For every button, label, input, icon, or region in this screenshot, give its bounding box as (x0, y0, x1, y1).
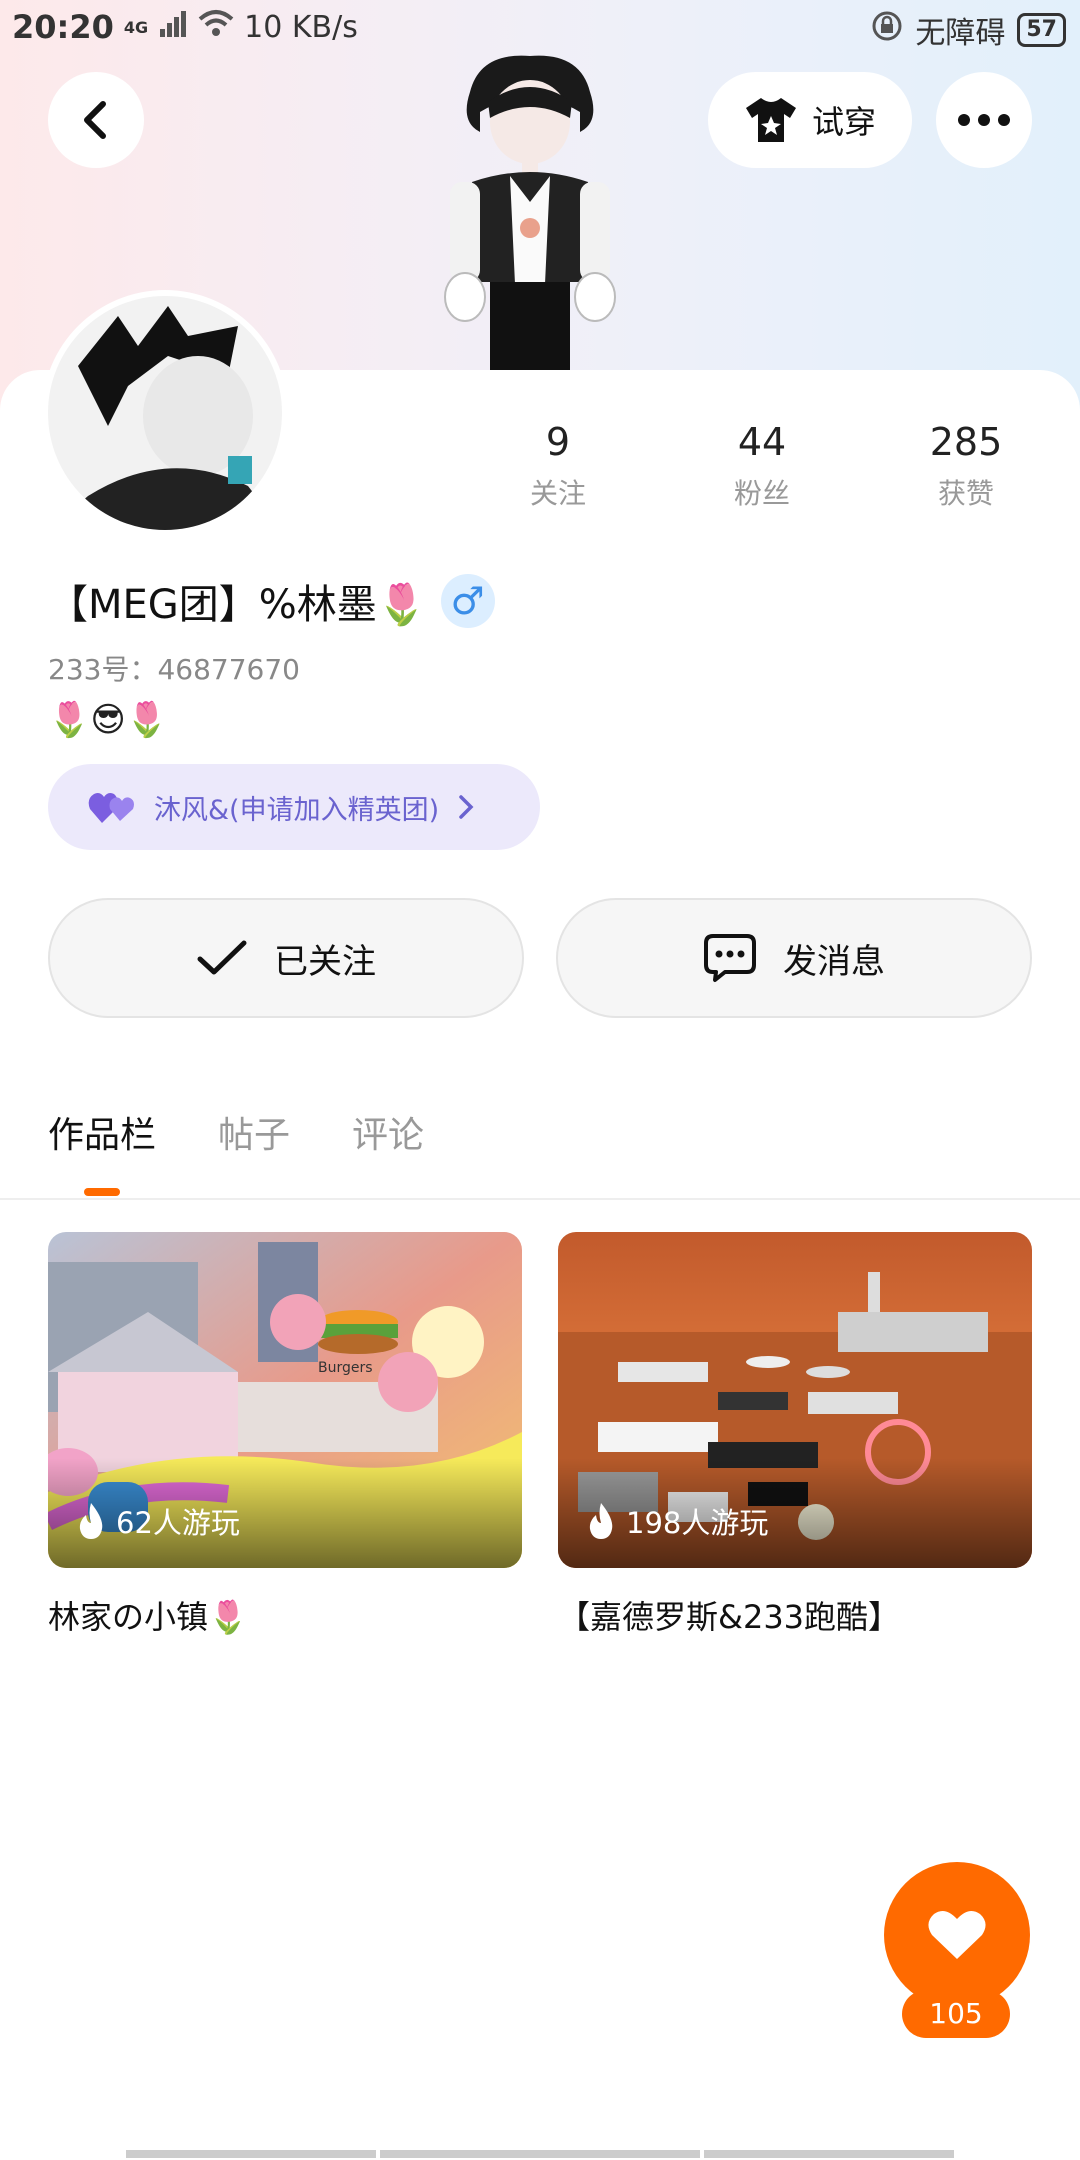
play-count-label: 62人游玩 (116, 1506, 240, 1540)
stat-label: 粉丝 (733, 477, 790, 510)
chevron-left-icon (84, 101, 106, 139)
chevron-right-icon (459, 795, 474, 819)
family-label: 沐风&(申请加入精英团) (154, 794, 440, 826)
work-title[interactable]: 【嘉德罗斯&233跑酷】 (558, 1592, 1032, 1638)
stat-value: 285 (929, 420, 1003, 464)
more-dots-icon (958, 114, 1010, 126)
tab-comments[interactable]: 评论 (352, 1106, 424, 1158)
try-on-button[interactable]: 试穿 (708, 72, 912, 168)
work-card[interactable]: Burgers 62人游玩 林家の小镇🌷 (48, 1232, 522, 1638)
send-message-label: 发消息 (783, 941, 885, 982)
work-thumbnail[interactable]: Burgers 62人游玩 (48, 1232, 522, 1568)
flame-icon (589, 1503, 613, 1539)
battery-indicator: 57 (1017, 13, 1066, 47)
followed-button[interactable]: 已关注 (48, 898, 524, 1018)
tab-posts[interactable]: 帖子 (218, 1106, 290, 1158)
try-on-label: 试穿 (811, 103, 876, 141)
accessibility-label: 无障碍 (915, 16, 1006, 51)
burgers-sign: Burgers (318, 1360, 373, 1376)
tab-works[interactable]: 作品栏 (48, 1106, 156, 1158)
nav-indicator-segment (380, 2150, 700, 2158)
nickname: 【MEG团】%林墨🌷 (48, 582, 427, 628)
network-speed: 10 KB/s (244, 9, 358, 45)
work-card[interactable]: 198人游玩 【嘉德罗斯&233跑酷】 (558, 1232, 1032, 1638)
heart-icon (928, 1910, 986, 1959)
like-count: 105 (902, 1990, 1010, 2038)
stat-label: 获赞 (937, 477, 994, 510)
gender-male-icon: ♂ (440, 574, 495, 628)
work-title[interactable]: 林家の小镇🌷 (48, 1592, 522, 1638)
stat-followers[interactable]: 44 粉丝 (682, 420, 842, 512)
send-message-button[interactable]: 发消息 (556, 898, 1032, 1018)
stat-value: 44 (737, 420, 787, 464)
followed-label: 已关注 (274, 941, 376, 982)
nav-indicator-segment (126, 2150, 376, 2158)
chat-bubble-icon (704, 934, 756, 982)
play-count: 198人游玩 (586, 1500, 768, 1542)
play-count-label: 198人游玩 (626, 1506, 769, 1540)
nav-indicator-segment (704, 2150, 954, 2158)
stat-value: 9 (545, 420, 571, 464)
avatar-character-figure (430, 52, 630, 370)
nickname-row: 【MEG团】%林墨🌷 ♂ (48, 572, 495, 630)
status-bar: 20:20 4G 10 KB/s 无障碍 57 (0, 0, 1080, 56)
play-count: 62人游玩 (76, 1500, 240, 1542)
accessibility-lock-icon (871, 10, 903, 50)
divider (0, 1198, 1080, 1200)
bio: 🌷😎🌷 (48, 700, 169, 740)
network-type: 4G (123, 17, 149, 37)
signal-icon (158, 10, 188, 45)
check-icon (197, 940, 247, 975)
stat-likes[interactable]: 285 获赞 (886, 420, 1046, 512)
work-thumbnail[interactable]: 198人游玩 (558, 1232, 1032, 1568)
back-button[interactable] (48, 72, 144, 168)
hearts-icon (88, 793, 134, 823)
stat-label: 关注 (529, 477, 586, 510)
flame-icon (79, 1503, 103, 1539)
family-group-button[interactable]: 沐风&(申请加入精英团) (48, 764, 540, 850)
wifi-icon (198, 9, 234, 45)
tshirt-icon (745, 98, 796, 142)
like-button[interactable] (884, 1862, 1030, 2008)
active-tab-indicator (84, 1188, 120, 1196)
stat-following[interactable]: 9 关注 (478, 420, 638, 512)
avatar[interactable] (48, 296, 282, 530)
clock: 20:20 (12, 8, 114, 46)
content-tabs: 作品栏 帖子 评论 (48, 1106, 424, 1158)
user-id: 233号：46877670 (48, 653, 300, 686)
more-button[interactable] (936, 72, 1032, 168)
